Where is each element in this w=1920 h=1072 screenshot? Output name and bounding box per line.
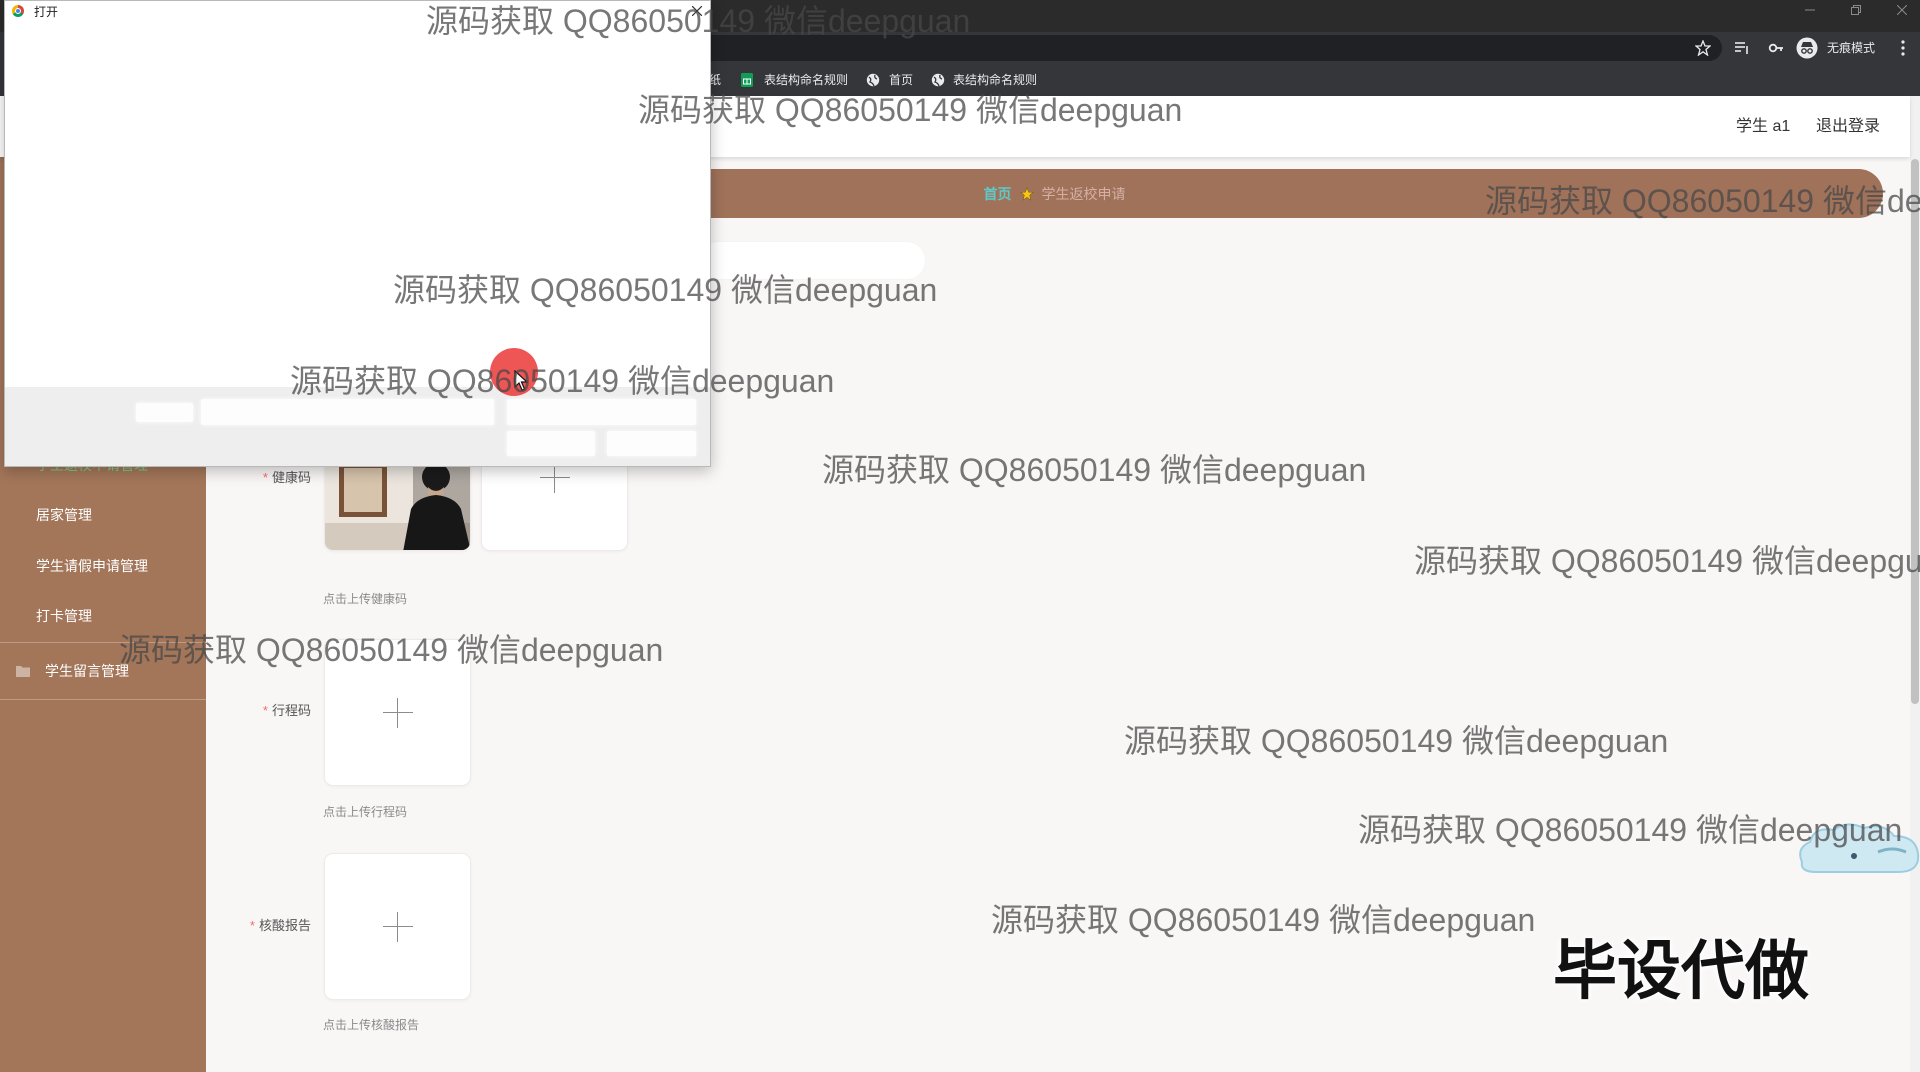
field-label-text: 核酸报告 bbox=[258, 918, 311, 933]
upload-hint: 点击上传核酸报告 bbox=[323, 1018, 420, 1032]
chrome-icon bbox=[12, 5, 24, 17]
watermark: 源码获取 QQ86050149 微信deepguan bbox=[638, 92, 1183, 128]
upload-hint: 点击上传健康码 bbox=[323, 592, 408, 606]
globe-icon bbox=[931, 73, 945, 87]
field-label-nucleic-report: * 核酸报告 bbox=[190, 916, 311, 936]
sidebar-item-checkin[interactable]: 打卡管理 bbox=[0, 598, 206, 634]
password-key-icon[interactable] bbox=[1765, 37, 1787, 59]
incognito-icon[interactable] bbox=[1796, 37, 1818, 59]
close-icon[interactable] bbox=[1882, 0, 1920, 20]
bookmark-star-icon[interactable] bbox=[1692, 37, 1714, 59]
plus-icon bbox=[539, 462, 570, 493]
watermark: 源码获取 QQ86050149 微信deepguan bbox=[1358, 812, 1903, 848]
upload-hint: 点击上传行程码 bbox=[323, 805, 408, 819]
field-label-text: 行程码 bbox=[271, 703, 311, 718]
restore-icon[interactable] bbox=[1836, 0, 1876, 20]
sheets-icon bbox=[741, 73, 755, 87]
plus-icon bbox=[382, 911, 413, 942]
watermark: 源码获取 QQ86050149 微信deepguan bbox=[426, 3, 971, 39]
bookmark-item[interactable]: 首页 bbox=[889, 72, 913, 88]
reading-list-icon[interactable] bbox=[1731, 37, 1753, 59]
current-user[interactable]: 学生 a1 bbox=[1736, 117, 1790, 137]
watermark: 源码获取 QQ86050149 微信deepguan bbox=[393, 272, 938, 308]
filename-label-area bbox=[136, 403, 193, 422]
plus-icon bbox=[382, 697, 413, 728]
promo-text: 毕设代做 bbox=[1553, 935, 1809, 1007]
upload-button-nucleic-report[interactable] bbox=[324, 853, 471, 1000]
screen: 无痕模式 纸 表结构命名规则 首页 表结构命名规则 学生 a1 退出登录 学生返… bbox=[0, 0, 1920, 1072]
kebab-menu-icon[interactable] bbox=[1892, 37, 1914, 59]
dialog-title: 打开 bbox=[34, 5, 59, 19]
star-icon bbox=[1019, 186, 1034, 201]
watermark: 源码获取 QQ86050149 微信deepguan bbox=[991, 902, 1536, 938]
watermark: 源码获取 QQ86050149 微信deepguan bbox=[1414, 543, 1920, 579]
sidebar-divider bbox=[0, 699, 206, 700]
breadcrumb-home[interactable]: 首页 bbox=[984, 184, 1012, 204]
watermark: 源码获取 QQ86050149 微信deepguan bbox=[290, 363, 835, 399]
watermark: 源码获取 QQ86050149 微信deepguan bbox=[1124, 723, 1669, 759]
open-button[interactable] bbox=[507, 431, 595, 456]
sidebar-item-home-management[interactable]: 居家管理 bbox=[0, 497, 206, 533]
cancel-button[interactable] bbox=[607, 431, 696, 456]
field-label-text: 健康码 bbox=[271, 470, 311, 485]
watermark: 源码获取 QQ86050149 微信deepguan bbox=[1485, 183, 1920, 219]
sidebar-item-leave-application[interactable]: 学生请假申请管理 bbox=[0, 548, 206, 584]
scrollbar-thumb[interactable] bbox=[1911, 159, 1919, 704]
globe-icon bbox=[866, 73, 880, 87]
field-label-itinerary-code: * 行程码 bbox=[190, 701, 311, 721]
file-type-select[interactable] bbox=[507, 399, 696, 425]
bookmark-item[interactable]: 表结构命名规则 bbox=[953, 72, 1037, 88]
watermark: 源码获取 QQ86050149 微信deepguan bbox=[822, 452, 1367, 488]
required-mark: * bbox=[262, 703, 268, 718]
logout-button[interactable]: 退出登录 bbox=[1816, 117, 1880, 137]
profile-label[interactable]: 无痕模式 bbox=[1827, 40, 1875, 56]
bookmark-item[interactable]: 表结构命名规则 bbox=[764, 72, 848, 88]
filename-input[interactable] bbox=[201, 399, 494, 425]
field-label-health-code: * 健康码 bbox=[190, 468, 311, 488]
required-mark: * bbox=[262, 470, 268, 485]
minimize-icon[interactable] bbox=[1790, 0, 1830, 20]
breadcrumb-current: 学生返校申请 bbox=[1041, 185, 1126, 202]
watermark: 源码获取 QQ86050149 微信deepguan bbox=[119, 632, 664, 668]
required-mark: * bbox=[249, 918, 255, 933]
